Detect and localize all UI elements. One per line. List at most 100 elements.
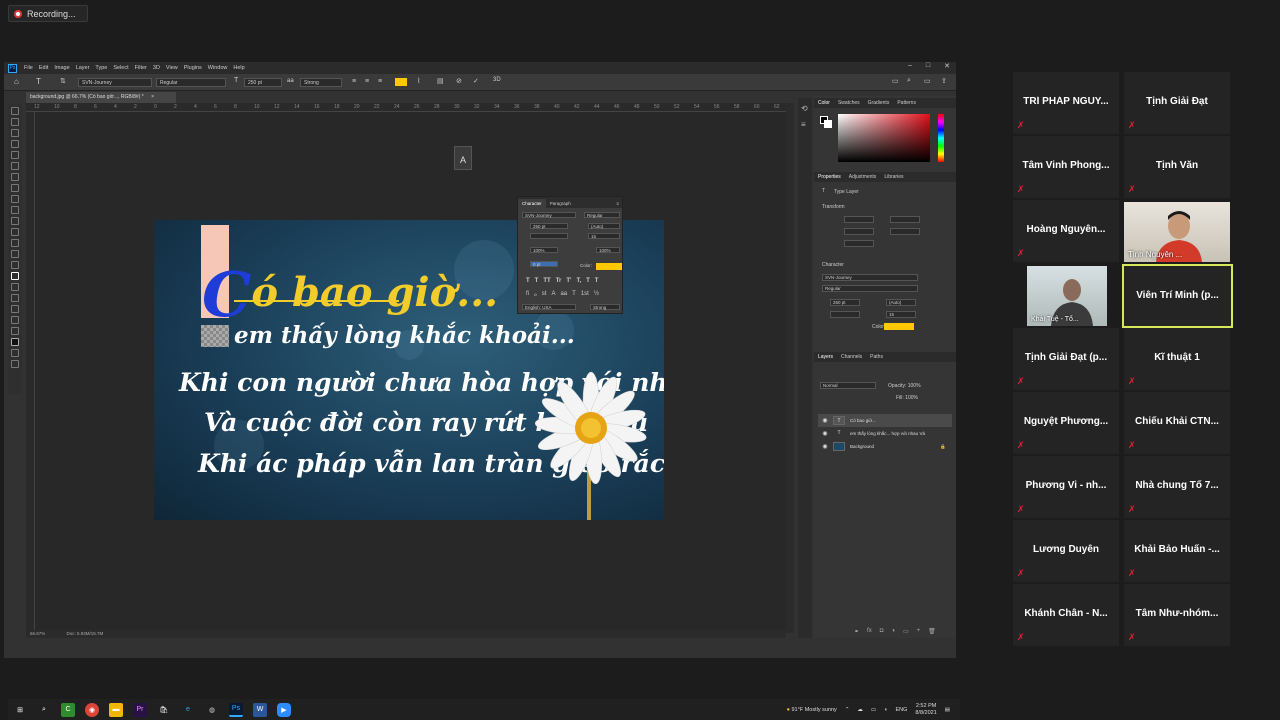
tab-libraries[interactable]: Libraries [880, 174, 907, 180]
ligature-button[interactable]: fi [526, 291, 529, 298]
char-kerning-field[interactable] [530, 233, 568, 239]
hue-slider[interactable] [938, 114, 944, 162]
subscript-button[interactable]: T, [576, 278, 581, 284]
zoom-level[interactable]: 66.67% [30, 631, 45, 636]
close-icon[interactable]: ✕ [944, 62, 950, 70]
lock-icon[interactable]: 🔒 [940, 444, 946, 450]
menu-filter[interactable]: Filter [132, 65, 150, 71]
eraser-tool-icon[interactable] [11, 217, 19, 225]
char-aa-select[interactable]: Strong [590, 304, 620, 310]
props-color-swatch[interactable] [884, 323, 914, 330]
fraction-button[interactable]: ½ [594, 291, 599, 298]
poem-line-1[interactable]: em thấy lòng khắc khoải... [234, 322, 575, 349]
titling-button[interactable]: T [572, 291, 576, 298]
text-color-swatch[interactable] [395, 78, 407, 86]
menu-image[interactable]: Image [51, 65, 72, 71]
share-icon[interactable]: ⇪ [941, 77, 947, 85]
tab-paragraph[interactable]: Paragraph [546, 199, 575, 208]
align-center-icon[interactable]: ≡ [365, 78, 369, 85]
network-icon[interactable]: ▭ [871, 707, 876, 713]
layout-icon[interactable]: ▭ [924, 77, 931, 85]
type-tool-icon[interactable]: T [36, 77, 41, 86]
tray-chevron-icon[interactable]: ⌃ [845, 707, 850, 713]
opacity-field[interactable]: Opacity: 100% [888, 383, 921, 389]
mask-icon[interactable]: ◘ [880, 628, 884, 635]
edge-icon[interactable]: e [181, 703, 195, 717]
props-style-select[interactable]: Regular [822, 285, 918, 292]
character-section-label[interactable]: Character [822, 262, 844, 268]
camtasia-icon[interactable]: C [61, 702, 75, 717]
tab-layers[interactable]: Layers [814, 354, 837, 360]
menu-view[interactable]: View [163, 65, 181, 71]
char-color-swatch[interactable] [596, 263, 622, 270]
adjustment-icon[interactable]: ◑ [891, 628, 895, 635]
link-icon[interactable]: ⚭ [854, 628, 859, 635]
char-baseline-field[interactable]: 0 pt [530, 261, 558, 267]
char-hscale-field[interactable]: 100% [596, 247, 620, 253]
transform-w-field[interactable] [844, 216, 874, 223]
props-leading-field[interactable]: (Auto) [886, 299, 916, 306]
crop-tool-icon[interactable] [11, 151, 19, 159]
participant-tile[interactable]: Phương Vi - nh... ✗ [1013, 456, 1119, 518]
move-tool-icon[interactable] [11, 107, 19, 115]
tab-gradients[interactable]: Gradients [864, 100, 894, 106]
participant-video-tile[interactable]: Tịnh Nguyên ... [1124, 202, 1230, 262]
tab-channels[interactable]: Channels [837, 354, 866, 360]
visibility-eye-icon[interactable]: ◉ [822, 443, 828, 450]
volume-icon[interactable]: ◖ [884, 707, 887, 713]
transform-label[interactable]: Transform [822, 204, 845, 210]
tab-color[interactable]: Color [814, 100, 834, 106]
faux-bold-button[interactable]: T [526, 278, 530, 284]
maximize-icon[interactable]: □ [926, 62, 930, 70]
text-orientation-icon[interactable]: ⇅ [60, 77, 66, 85]
pen-tool-icon[interactable] [11, 261, 19, 269]
background-color-swatch[interactable] [824, 120, 832, 128]
commit-icon[interactable]: ✓ [473, 77, 479, 85]
char-font-select[interactable]: SVN-Journey [522, 212, 576, 218]
blur-tool-icon[interactable] [11, 239, 19, 247]
heading-text[interactable]: Có bao giờ... [202, 248, 498, 331]
ordinal-button[interactable]: 1st [581, 291, 589, 298]
photoshop-taskbar-icon[interactable]: Ps [229, 702, 243, 717]
menu-layer[interactable]: Layer [73, 65, 93, 71]
group-icon[interactable]: ▭ [903, 628, 909, 635]
floating-type-icon[interactable]: A [454, 146, 472, 170]
recording-indicator[interactable]: Recording... [8, 5, 88, 22]
participant-video-tile[interactable]: Khải Tuệ - Tổ... [1027, 266, 1107, 326]
fx-icon[interactable]: fx [867, 628, 872, 635]
menu-select[interactable]: Select [110, 65, 131, 71]
home-icon[interactable]: ⌂ [14, 77, 19, 86]
zoom-tool-icon[interactable] [11, 316, 19, 324]
foreground-background-icon[interactable] [11, 338, 19, 346]
participant-tile[interactable]: Hoàng Nguyên... ✗ [1013, 200, 1119, 262]
cloud-icon[interactable]: ☁ [857, 707, 863, 713]
store-icon[interactable]: 🛍 [157, 703, 171, 717]
menu-help[interactable]: Help [230, 65, 247, 71]
participant-tile[interactable]: Nguyệt Phương... ✗ [1013, 392, 1119, 454]
layer-row[interactable]: ◉ T Có bao giờ... [818, 414, 952, 427]
weather-widget[interactable]: ● 91°F Mostly sunny [787, 707, 837, 713]
font-family-select[interactable]: SVN-Journey [78, 78, 152, 87]
props-kerning-field[interactable] [830, 311, 860, 318]
settings-globe-icon[interactable]: ◍ [205, 703, 219, 717]
fill-field[interactable]: Fill: 100% [896, 395, 918, 401]
document-tab[interactable]: background.jpg @ 66.7% (Có bao giờ..., R… [26, 92, 176, 103]
participant-tile[interactable]: Tâm Vinh Phong... ✗ [1013, 136, 1119, 198]
more-tools-icon[interactable] [11, 327, 19, 335]
tab-patterns[interactable]: Patterns [893, 100, 920, 106]
participant-tile[interactable]: Chiếu Khải CTN... ✗ [1124, 392, 1230, 454]
participant-tile[interactable]: Tâm Như-nhóm... ✗ [1124, 584, 1230, 646]
marquee-tool-icon[interactable] [11, 118, 19, 126]
underline-button[interactable]: T [586, 278, 590, 284]
windows-start-icon[interactable]: ⊞ [13, 703, 27, 717]
participant-tile-active-speaker[interactable]: Viên Trí Minh (p... [1122, 264, 1233, 328]
cancel-icon[interactable]: ⊘ [456, 77, 462, 85]
brush-tool-icon[interactable] [11, 184, 19, 192]
minimize-icon[interactable]: – [908, 62, 912, 70]
props-tracking-field[interactable]: 15 [886, 311, 916, 318]
word-icon[interactable]: W [253, 702, 267, 717]
menu-edit[interactable]: Edit [36, 65, 51, 71]
history-icon[interactable]: ⟲ [801, 104, 808, 113]
search-icon[interactable]: ⌕ [37, 703, 51, 717]
char-language-select[interactable]: English: USA [522, 304, 576, 310]
